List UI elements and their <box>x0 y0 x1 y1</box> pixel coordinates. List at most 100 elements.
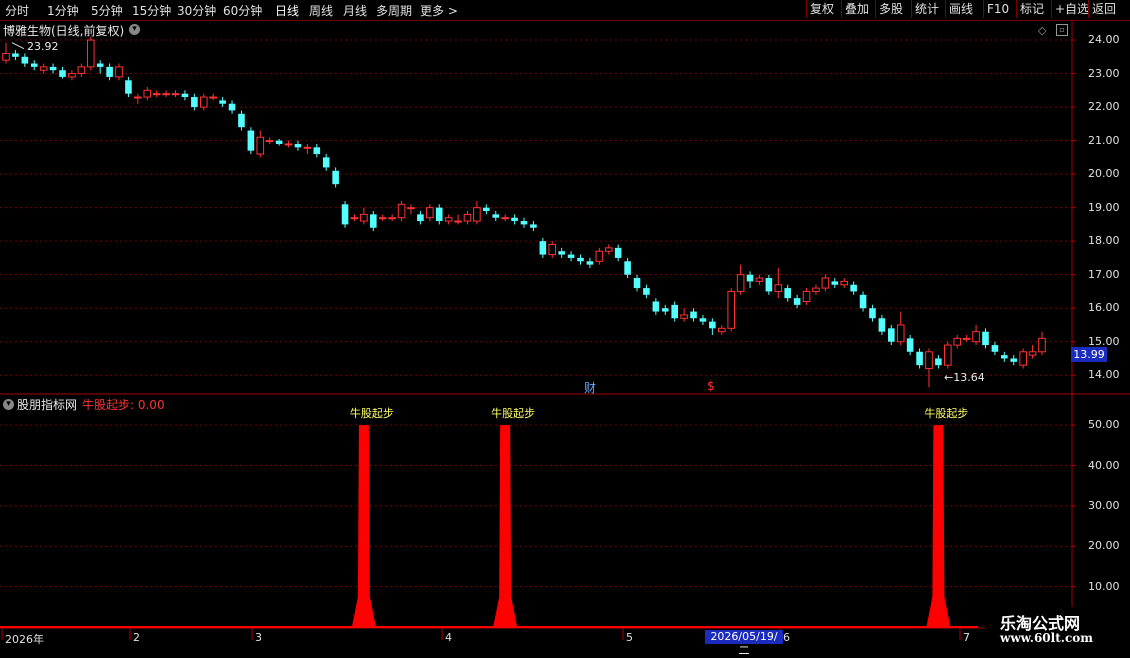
selected-date: 2026/05/19/二 <box>705 630 783 657</box>
price-tick-label: 19.00 <box>1088 200 1120 214</box>
window-restore-icon[interactable]: ▫ <box>1056 24 1068 36</box>
candle-body-down <box>850 284 857 292</box>
candle-body-up <box>171 93 180 96</box>
candle-body-down <box>859 294 867 309</box>
candle-body-up <box>162 93 170 96</box>
candle-body-down <box>417 214 424 222</box>
signal-label: 牛股起步 <box>924 407 969 421</box>
candle-body-up <box>199 96 208 108</box>
candle-body-up <box>1038 337 1046 353</box>
candle-body-up <box>388 217 396 220</box>
date-label: 7 <box>963 631 970 644</box>
candle-body-up <box>473 207 481 222</box>
candle-body-up <box>1019 351 1027 366</box>
candle-body-up <box>604 247 613 252</box>
candle-body-up <box>143 89 152 98</box>
watermark-url: www.60lt.com <box>1000 631 1093 645</box>
price-tick-label: 15.00 <box>1088 334 1120 348</box>
indicator-name: 股朋指标网 <box>17 398 78 412</box>
candle-body-down <box>59 70 66 77</box>
price-tick-label: 24.00 <box>1088 33 1120 47</box>
candle-body-down <box>247 130 255 151</box>
candle-body-down <box>878 318 886 332</box>
candle-body-up <box>350 217 359 220</box>
candle-body-up <box>962 337 971 340</box>
price-chart[interactable] <box>0 0 1130 650</box>
candle-body-down <box>916 351 923 366</box>
candle-body-up <box>717 327 726 333</box>
price-tick-label: 23.00 <box>1088 66 1120 80</box>
indicator-tick-label: 40.00 <box>1088 458 1120 472</box>
signal-spike <box>351 425 376 627</box>
candle-body-up <box>896 324 905 343</box>
current-price-tag: 13.99 <box>1071 347 1107 362</box>
candle-body-down <box>370 214 377 228</box>
candle-body-down <box>869 308 876 319</box>
candle-body-up <box>86 39 95 68</box>
signal-label: 牛股起步 <box>349 407 394 421</box>
diamond-icon[interactable]: ◇ <box>1038 24 1046 37</box>
candle-body-up <box>378 217 387 220</box>
candle-body-down <box>765 278 773 292</box>
candle-body-up <box>463 213 472 222</box>
high-price-marker: 23.92 <box>27 40 59 53</box>
candle-body-up <box>944 344 952 366</box>
date-label: 3 <box>255 631 262 644</box>
candle-body-down <box>577 257 584 262</box>
date-label: 6 <box>783 631 790 644</box>
candle-body-down <box>125 80 132 94</box>
candle-body-down <box>793 298 801 305</box>
candle-body-up <box>256 136 265 155</box>
candle-body-up <box>39 66 48 71</box>
candle-body-up <box>152 93 161 96</box>
candle-body-down <box>511 217 518 222</box>
candle-body-down <box>341 204 349 225</box>
candle-body-up <box>397 203 406 219</box>
candle-body-down <box>991 345 999 352</box>
price-tick-label: 14.00 <box>1088 368 1120 382</box>
signal-spike <box>926 425 951 627</box>
candle-body-down <box>746 274 754 282</box>
candle-body-down <box>652 301 660 312</box>
price-tick-label: 17.00 <box>1088 267 1120 281</box>
candle-body-down <box>96 63 104 67</box>
candle-body-up <box>774 284 783 292</box>
candle-body-down <box>982 331 989 346</box>
price-tick-label: 22.00 <box>1088 100 1120 114</box>
high-marker-arrow <box>11 42 25 50</box>
signal-spike <box>493 425 518 627</box>
candle-body-down <box>935 358 942 366</box>
low-price-marker: ←13.64 <box>944 371 985 384</box>
candle-body-up <box>812 287 820 292</box>
candle-body-down <box>831 281 839 285</box>
candle-body-down <box>784 288 792 299</box>
price-tick-label: 20.00 <box>1088 167 1120 181</box>
event-marker[interactable]: $ <box>707 379 715 393</box>
candle-body-down <box>690 311 697 319</box>
candle-body-down <box>530 224 537 228</box>
signal-label: 牛股起步 <box>491 407 536 421</box>
candle-body-up <box>426 207 434 219</box>
candle-body-down <box>275 140 283 144</box>
candle-body-up <box>454 220 462 223</box>
candle-body-down <box>539 241 547 255</box>
indicator-tick-label: 10.00 <box>1088 579 1120 593</box>
candle-body-up <box>802 290 811 303</box>
candle-body-up <box>284 143 293 146</box>
candle-body-down <box>567 254 575 258</box>
finance-report-marker[interactable]: 财 <box>584 379 596 396</box>
chevron-down-icon[interactable]: ▾ <box>3 399 14 410</box>
candle-body-down <box>228 103 236 111</box>
candle-body-down <box>586 261 594 265</box>
candle-body-up <box>444 217 453 222</box>
candle-body-down <box>624 261 631 275</box>
candle-body-down <box>191 97 198 108</box>
indicator-tick-label: 20.00 <box>1088 539 1120 553</box>
candle-body-down <box>49 66 57 71</box>
date-label: 4 <box>445 631 452 644</box>
chevron-down-icon[interactable]: ▾ <box>129 24 140 35</box>
date-label: 2026年 <box>5 633 44 646</box>
indicator-tick-label: 50.00 <box>1088 418 1120 432</box>
candle-body-up <box>821 277 830 289</box>
candle-body-down <box>30 63 38 67</box>
